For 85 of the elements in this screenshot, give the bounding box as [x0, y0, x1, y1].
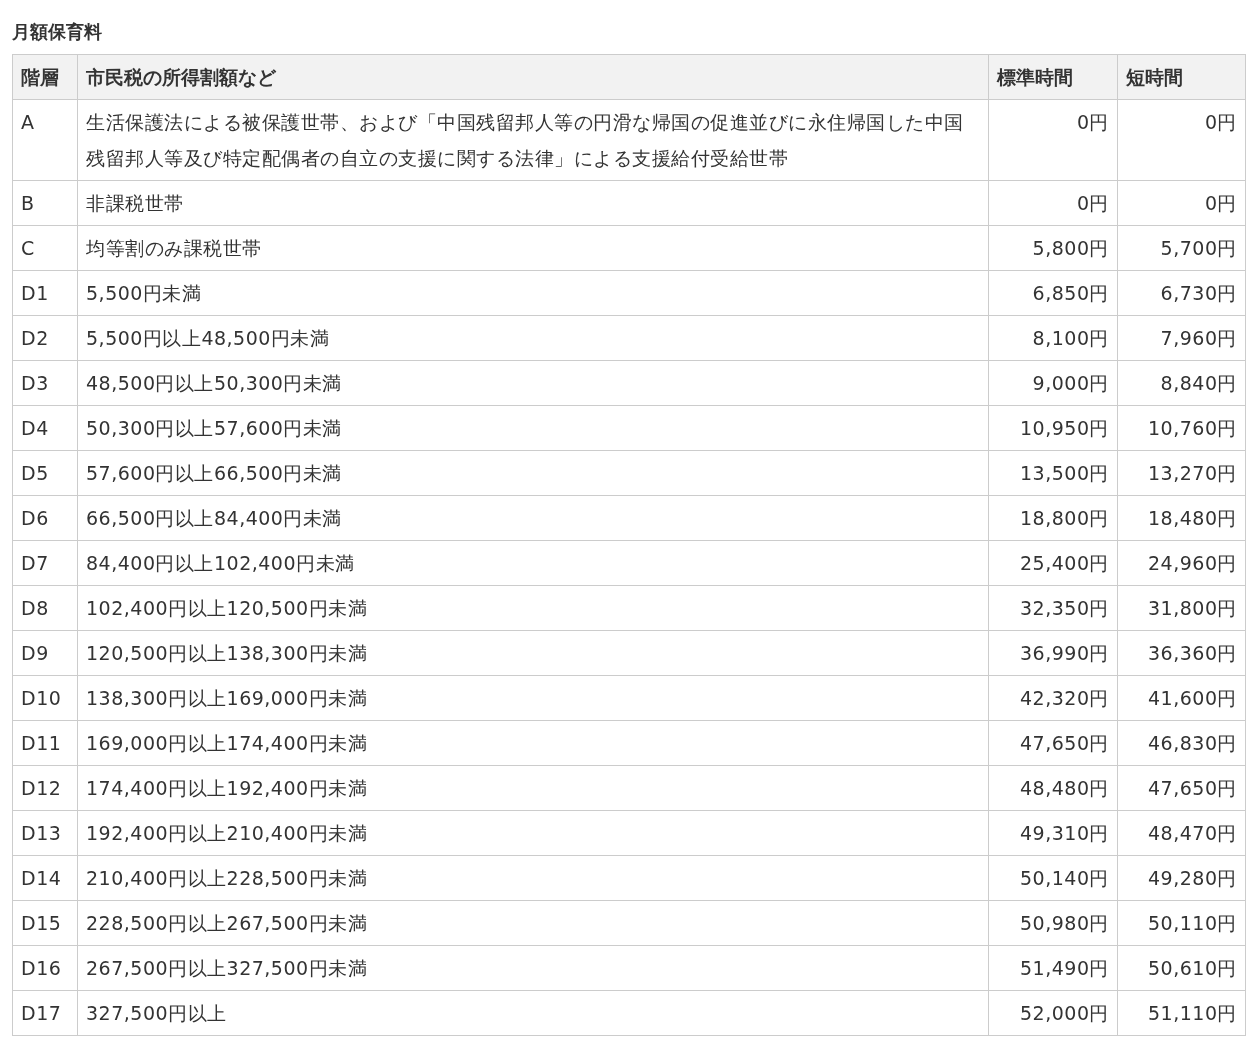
table-cell: 36,360円: [1117, 630, 1246, 676]
table-cell: 6,730円: [1117, 270, 1246, 316]
column-header: 短時間: [1117, 54, 1246, 100]
table-cell: 48,470円: [1117, 810, 1246, 856]
table-cell: 非課税世帯: [77, 180, 989, 226]
table-cell: 228,500円以上267,500円未満: [77, 900, 989, 946]
table-cell: 47,650円: [988, 720, 1118, 766]
table-cell: D17: [12, 990, 78, 1036]
table-cell: 24,960円: [1117, 540, 1246, 586]
table-cell: D8: [12, 585, 78, 631]
table-cell: 5,500円以上48,500円未満: [77, 315, 989, 361]
table-cell: D10: [12, 675, 78, 721]
table-cell: 210,400円以上228,500円未満: [77, 855, 989, 901]
table-cell: D1: [12, 270, 78, 316]
column-header: 市民税の所得割額など: [77, 54, 989, 100]
table-cell: D16: [12, 945, 78, 991]
table-cell: 18,480円: [1117, 495, 1246, 541]
table-cell: 0円: [988, 99, 1118, 181]
table-cell: 138,300円以上169,000円未満: [77, 675, 989, 721]
table-cell: D15: [12, 900, 78, 946]
table-cell: D3: [12, 360, 78, 406]
table-cell: D4: [12, 405, 78, 451]
table-cell: 9,000円: [988, 360, 1118, 406]
table-cell: 7,960円: [1117, 315, 1246, 361]
table-cell: 192,400円以上210,400円未満: [77, 810, 989, 856]
table-cell: 46,830円: [1117, 720, 1246, 766]
table-cell: 42,320円: [988, 675, 1118, 721]
table-cell: 267,500円以上327,500円未満: [77, 945, 989, 991]
table-cell: D5: [12, 450, 78, 496]
table-cell: 102,400円以上120,500円未満: [77, 585, 989, 631]
table-cell: A: [12, 99, 78, 181]
column-header: 階層: [12, 54, 78, 100]
table-cell: 174,400円以上192,400円未満: [77, 765, 989, 811]
table-cell: 5,700円: [1117, 225, 1246, 271]
table-cell: 13,270円: [1117, 450, 1246, 496]
table-cell: 10,760円: [1117, 405, 1246, 451]
table-cell: 生活保護法による被保護世帯、および「中国残留邦人等の円滑な帰国の促進並びに永住帰国した中国残留邦人等及び特定配偶者の自立の支援に関する法律」による支援給付受給世帯: [77, 99, 989, 181]
table-cell: 36,990円: [988, 630, 1118, 676]
table-cell: 0円: [1117, 99, 1246, 181]
column-header: 標準時間: [988, 54, 1118, 100]
table-cell: D14: [12, 855, 78, 901]
table-cell: 50,110円: [1117, 900, 1246, 946]
table-cell: 5,800円: [988, 225, 1118, 271]
table-cell: 47,650円: [1117, 765, 1246, 811]
table-cell: 49,280円: [1117, 855, 1246, 901]
table-cell: 0円: [988, 180, 1118, 226]
table-cell: 31,800円: [1117, 585, 1246, 631]
table-cell: 51,110円: [1117, 990, 1246, 1036]
table-cell: 66,500円以上84,400円未満: [77, 495, 989, 541]
table-cell: 52,000円: [988, 990, 1118, 1036]
table-cell: 51,490円: [988, 945, 1118, 991]
table-cell: 120,500円以上138,300円未満: [77, 630, 989, 676]
table-cell: 10,950円: [988, 405, 1118, 451]
table-cell: 169,000円以上174,400円未満: [77, 720, 989, 766]
table-cell: 57,600円以上66,500円未満: [77, 450, 989, 496]
table-cell: 49,310円: [988, 810, 1118, 856]
table-cell: 41,600円: [1117, 675, 1246, 721]
table-cell: 8,840円: [1117, 360, 1246, 406]
table-cell: D2: [12, 315, 78, 361]
table-title: 月額保育料: [12, 20, 102, 44]
table-cell: D7: [12, 540, 78, 586]
table-cell: D12: [12, 765, 78, 811]
table-cell: 327,500円以上: [77, 990, 989, 1036]
table-cell: D6: [12, 495, 78, 541]
table-cell: 84,400円以上102,400円未満: [77, 540, 989, 586]
table-cell: 6,850円: [988, 270, 1118, 316]
table-cell: 25,400円: [988, 540, 1118, 586]
table-cell: D9: [12, 630, 78, 676]
table-cell: 50,140円: [988, 855, 1118, 901]
table-cell: 48,500円以上50,300円未満: [77, 360, 989, 406]
table-cell: 50,980円: [988, 900, 1118, 946]
table-cell: 50,300円以上57,600円未満: [77, 405, 989, 451]
table-cell: 18,800円: [988, 495, 1118, 541]
table-cell: 50,610円: [1117, 945, 1246, 991]
table-cell: 均等割のみ課税世帯: [77, 225, 989, 271]
table-cell: 0円: [1117, 180, 1246, 226]
table-cell: 48,480円: [988, 765, 1118, 811]
table-cell: 13,500円: [988, 450, 1118, 496]
table-cell: B: [12, 180, 78, 226]
table-cell: 32,350円: [988, 585, 1118, 631]
table-cell: 5,500円未満: [77, 270, 989, 316]
table-cell: 8,100円: [988, 315, 1118, 361]
table-cell: C: [12, 225, 78, 271]
table-cell: D11: [12, 720, 78, 766]
table-cell: D13: [12, 810, 78, 856]
